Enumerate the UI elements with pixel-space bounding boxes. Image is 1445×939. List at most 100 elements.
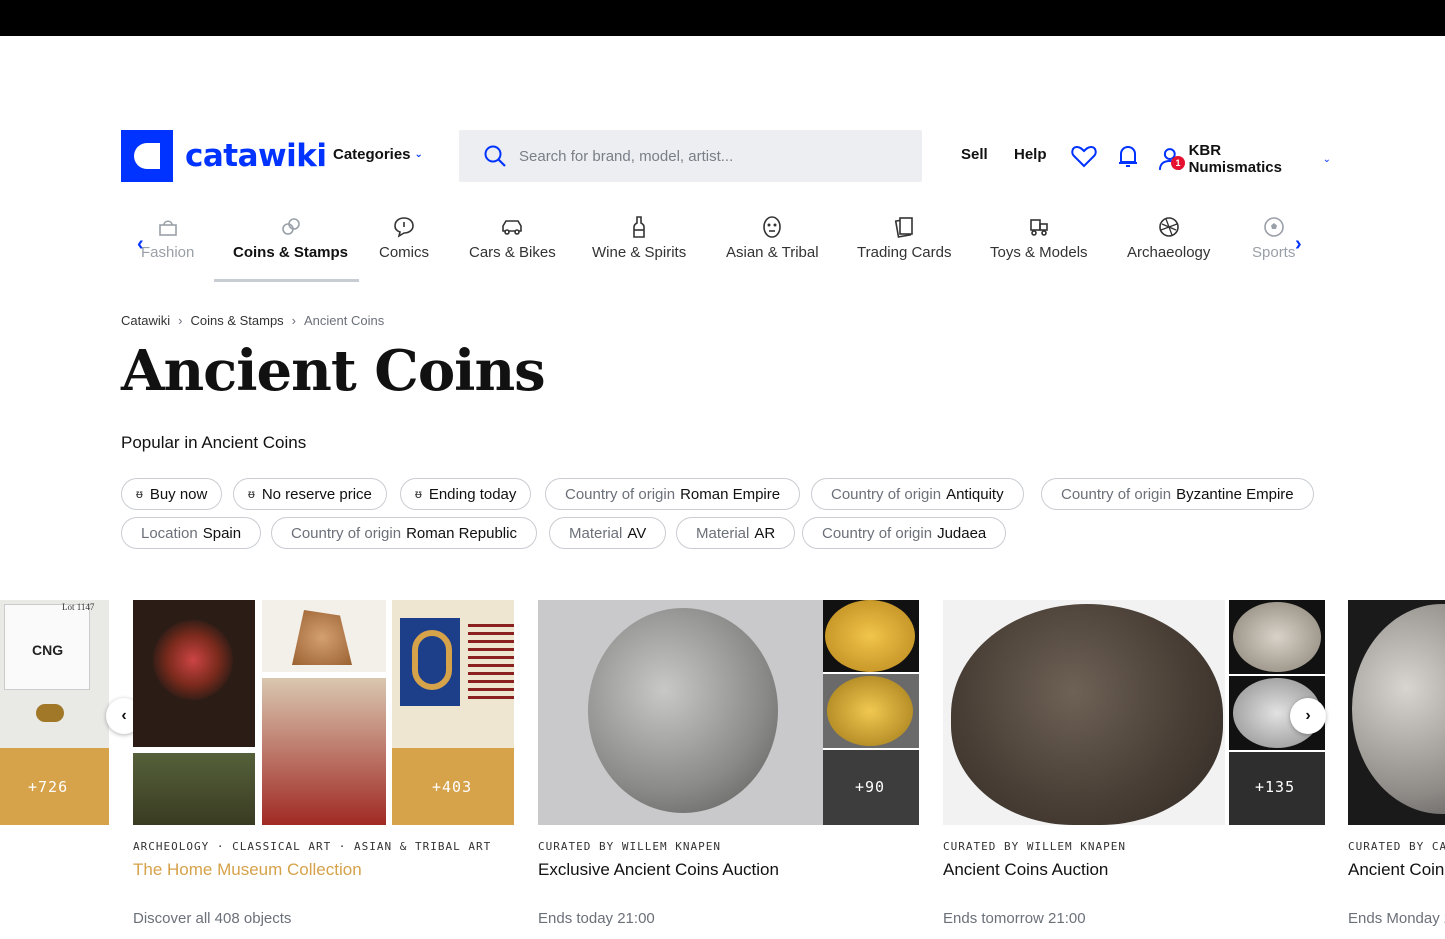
tab-comics[interactable]: Comics [379,215,429,261]
more-count: +726 [28,778,69,796]
tab-wine-spirits[interactable]: Wine & Spirits [592,215,686,261]
help-link[interactable]: Help [1014,146,1047,163]
categories-menu-button[interactable]: Categories ⌄ [333,146,423,163]
breadcrumb-item-coins-stamps[interactable]: Coins & Stamps [190,313,283,328]
tab-sports[interactable]: Sports [1252,215,1295,261]
card-image[interactable] [133,753,255,825]
toy-train-icon [1029,219,1048,236]
tab-cars-bikes[interactable]: Cars & Bikes [469,215,556,261]
card-subtitle: CURATED BY CA [1348,840,1445,853]
site-header: catawiki Categories ⌄ Sell Help 1 KBR Nu… [121,130,1331,182]
tab-fashion[interactable]: Fashion [141,215,194,261]
card-meta: Ends tomorrow 21:00 [943,910,1086,927]
popular-heading: Popular in Ancient Coins [121,433,307,452]
tab-archaeology[interactable]: Archaeology [1127,215,1210,261]
card-more-tile[interactable]: +403 [392,748,514,825]
card-image[interactable] [262,678,386,825]
chip-key: Material [569,524,623,542]
carousel-next-button[interactable]: › [1290,698,1326,734]
tab-asian-tribal[interactable]: Asian & Tribal [726,215,819,261]
user-name: KBR Numismatics [1188,142,1282,176]
chevron-right-icon[interactable]: › [1295,233,1302,256]
chip-ending-today[interactable]: ᵿ Ending today [400,478,532,510]
card-image[interactable]: Lot 1147 CNG [0,600,109,748]
amphora-icon [1158,217,1179,237]
handbag-icon [158,220,177,236]
card-image[interactable] [392,600,514,748]
search-input[interactable] [519,147,899,165]
chip-value: AR [754,524,776,542]
card-title[interactable]: Exclusive Ancient Coins Auction [538,860,779,880]
mask-icon [763,216,782,238]
chip-value: Roman Republic [406,524,517,542]
card-more-tile[interactable]: +90 [823,750,919,825]
breadcrumb-separator: › [178,313,183,328]
tab-label: Archaeology [1127,244,1211,261]
breadcrumb-separator: › [291,313,297,328]
tab-label: Fashion [141,244,195,261]
chevron-down-icon: ⌄ [414,149,423,160]
logo-mark-icon [121,130,173,182]
speech-bubble-icon [394,217,414,238]
chip-value: Ending today [428,485,517,503]
chip-value: Byzantine Empire [1176,485,1294,503]
chip-roman-republic[interactable]: Country of origin Roman Republic [271,517,537,549]
card-image[interactable] [538,600,823,825]
catawiki-logo[interactable]: catawiki [121,130,327,182]
chip-judaea[interactable]: Country of origin Judaea [802,517,1007,549]
chip-key: Material [696,524,750,542]
bell-icon[interactable] [1114,142,1142,170]
chip-key: Location [141,524,198,542]
chip-roman-empire[interactable]: Country of origin Roman Empire [545,478,801,510]
chip-location-spain[interactable]: Location Spain [121,517,262,549]
chip-antiquity[interactable]: Country of origin Antiquity [811,478,1024,510]
chip-value: No reserve price [261,485,372,503]
chip-key: Country of origin [291,524,402,542]
card-image[interactable] [823,600,919,672]
chip-value: AV [627,524,647,542]
tab-label: Trading Cards [857,244,952,261]
chip-material-av[interactable]: Material AV [549,517,667,549]
card-image[interactable] [823,674,919,748]
chip-buy-now[interactable]: ᵿ Buy now [121,478,223,510]
card-image[interactable] [133,600,255,747]
page-title: Ancient Coins [121,338,546,404]
user-menu[interactable]: 1 KBR Numismatics ⌄ [1157,142,1331,176]
search-icon [484,145,506,167]
card-image[interactable] [1229,600,1325,674]
card-subtitle: CURATED BY WILLEM KNAPEN [538,840,721,853]
card-subtitle: ARCHEOLOGY · CLASSICAL ART · ASIAN & TRI… [133,840,492,853]
breadcrumb: Catawiki › Coins & Stamps › Ancient Coin… [121,313,384,328]
card-more-tile[interactable]: +135 [1229,752,1325,825]
tab-label: Comics [379,244,430,261]
chip-key: Country of origin [565,485,676,503]
card-image[interactable] [262,600,386,672]
category-nav: ‹ Fashion Coins & Stamps Comics Cars & B… [121,205,1331,285]
card-title[interactable]: The Home Museum Collection [133,860,362,880]
chip-value: Antiquity [946,485,1004,503]
tab-trading-cards[interactable]: Trading Cards [857,215,951,261]
card-image[interactable] [943,600,1225,825]
chevron-right-icon: › [1305,707,1311,724]
search-bar[interactable] [459,130,922,182]
heart-icon[interactable] [1070,142,1098,170]
bottle-icon [633,216,645,238]
card-title[interactable]: Ancient Coin [1348,860,1444,880]
tab-toys-models[interactable]: Toys & Models [990,215,1088,261]
chip-material-ar[interactable]: Material AR [676,517,796,549]
cards-icon [895,217,914,238]
breadcrumb-item-current: Ancient Coins [304,313,385,328]
sell-link[interactable]: Sell [961,146,988,163]
card-title[interactable]: Ancient Coins Auction [943,860,1108,880]
breadcrumb-item-catawiki[interactable]: Catawiki [121,313,170,328]
chip-byzantine-empire[interactable]: Country of origin Byzantine Empire [1041,478,1314,510]
tab-coins-stamps[interactable]: Coins & Stamps [233,215,348,261]
chevron-left-icon: ‹ [121,707,127,724]
tab-label: Coins & Stamps [233,244,349,261]
logo-text: catawiki [185,138,327,174]
collections-carousel: Lot 1147 CNG +726 ‹ +403 ARCHEOLOGY · CL… [0,600,1445,939]
tab-label: Wine & Spirits [592,244,687,261]
chip-no-reserve[interactable]: ᵿ No reserve price [233,478,387,510]
card-image[interactable] [1348,600,1445,825]
card-more-tile[interactable]: +726 [0,748,109,825]
